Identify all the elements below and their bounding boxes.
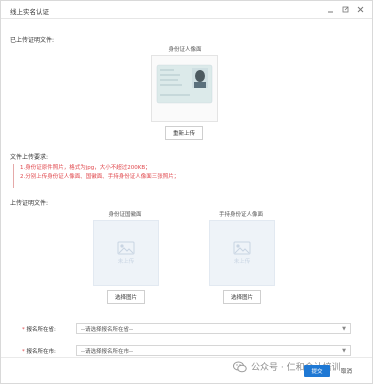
choose-image-button[interactable]: 选择图片 bbox=[107, 290, 145, 304]
required-star: * bbox=[22, 327, 25, 333]
reupload-button[interactable]: 重新上传 bbox=[165, 126, 203, 140]
footer-divider bbox=[1, 357, 372, 358]
dialog-titlebar: 线上实名认证 bbox=[1, 1, 372, 19]
id-card-front-preview bbox=[151, 55, 218, 122]
required-star: * bbox=[22, 349, 25, 355]
cancel-button[interactable]: 取消 bbox=[341, 367, 352, 375]
real-name-dialog: 线上实名认证 已上传证明文件: 身份证人像面 重新上传 文件上传要求: 1.身份… bbox=[0, 0, 373, 384]
uploaded-files-label: 已上传证明文件: bbox=[10, 37, 55, 44]
choose-image-button[interactable]: 选择图片 bbox=[223, 290, 261, 304]
province-select[interactable]: --请选择报名所在省-- ▼ bbox=[76, 323, 351, 334]
close-icon[interactable] bbox=[356, 5, 364, 13]
upload-files-label: 上传证明文件: bbox=[10, 200, 49, 207]
upload-box-title: 身份证国徽面 bbox=[108, 212, 142, 218]
requirement-line: 1.身份证原件照片，格式为jpg，大小不超过200KB； bbox=[20, 165, 151, 171]
upload-status: 未上传 bbox=[117, 259, 135, 265]
upload-status: 未上传 bbox=[233, 259, 251, 265]
id-card-emblem-upload[interactable]: 未上传 bbox=[93, 220, 159, 286]
city-label-text: 报名所在市: bbox=[26, 349, 56, 355]
requirement-line: 2.分别上传身份证人像面、国徽面、手持身份证人像面三张照片； bbox=[20, 173, 180, 180]
city-label: * 报名所在市: bbox=[22, 347, 56, 355]
id-card-image bbox=[156, 64, 213, 104]
minimize-icon[interactable] bbox=[326, 5, 334, 13]
dialog-title: 线上实名认证 bbox=[10, 8, 49, 16]
window-controls bbox=[326, 5, 364, 13]
chevron-down-icon: ▼ bbox=[342, 348, 346, 354]
uploaded-photo-title: 身份证人像面 bbox=[168, 47, 202, 53]
handheld-id-upload[interactable]: 未上传 bbox=[209, 220, 275, 286]
image-placeholder-icon bbox=[117, 241, 135, 255]
maximize-icon[interactable] bbox=[341, 5, 349, 13]
upload-box-title: 手持身份证人像面 bbox=[218, 212, 263, 218]
city-select[interactable]: --请选择报名所在市-- ▼ bbox=[76, 345, 351, 356]
province-label: * 报名所在省: bbox=[22, 325, 56, 333]
image-placeholder-icon bbox=[233, 241, 251, 255]
province-label-text: 报名所在省: bbox=[26, 327, 56, 333]
requirements-box: 1.身份证原件照片，格式为jpg，大小不超过200KB； 2.分别上传身份证人像… bbox=[13, 164, 215, 188]
city-select-value: --请选择报名所在市-- bbox=[81, 348, 133, 355]
province-select-value: --请选择报名所在省-- bbox=[81, 326, 133, 333]
submit-button[interactable]: 提交 bbox=[304, 365, 330, 377]
chevron-down-icon: ▼ bbox=[342, 326, 346, 332]
wechat-icon bbox=[233, 361, 247, 372]
requirements-label: 文件上传要求: bbox=[10, 154, 49, 161]
